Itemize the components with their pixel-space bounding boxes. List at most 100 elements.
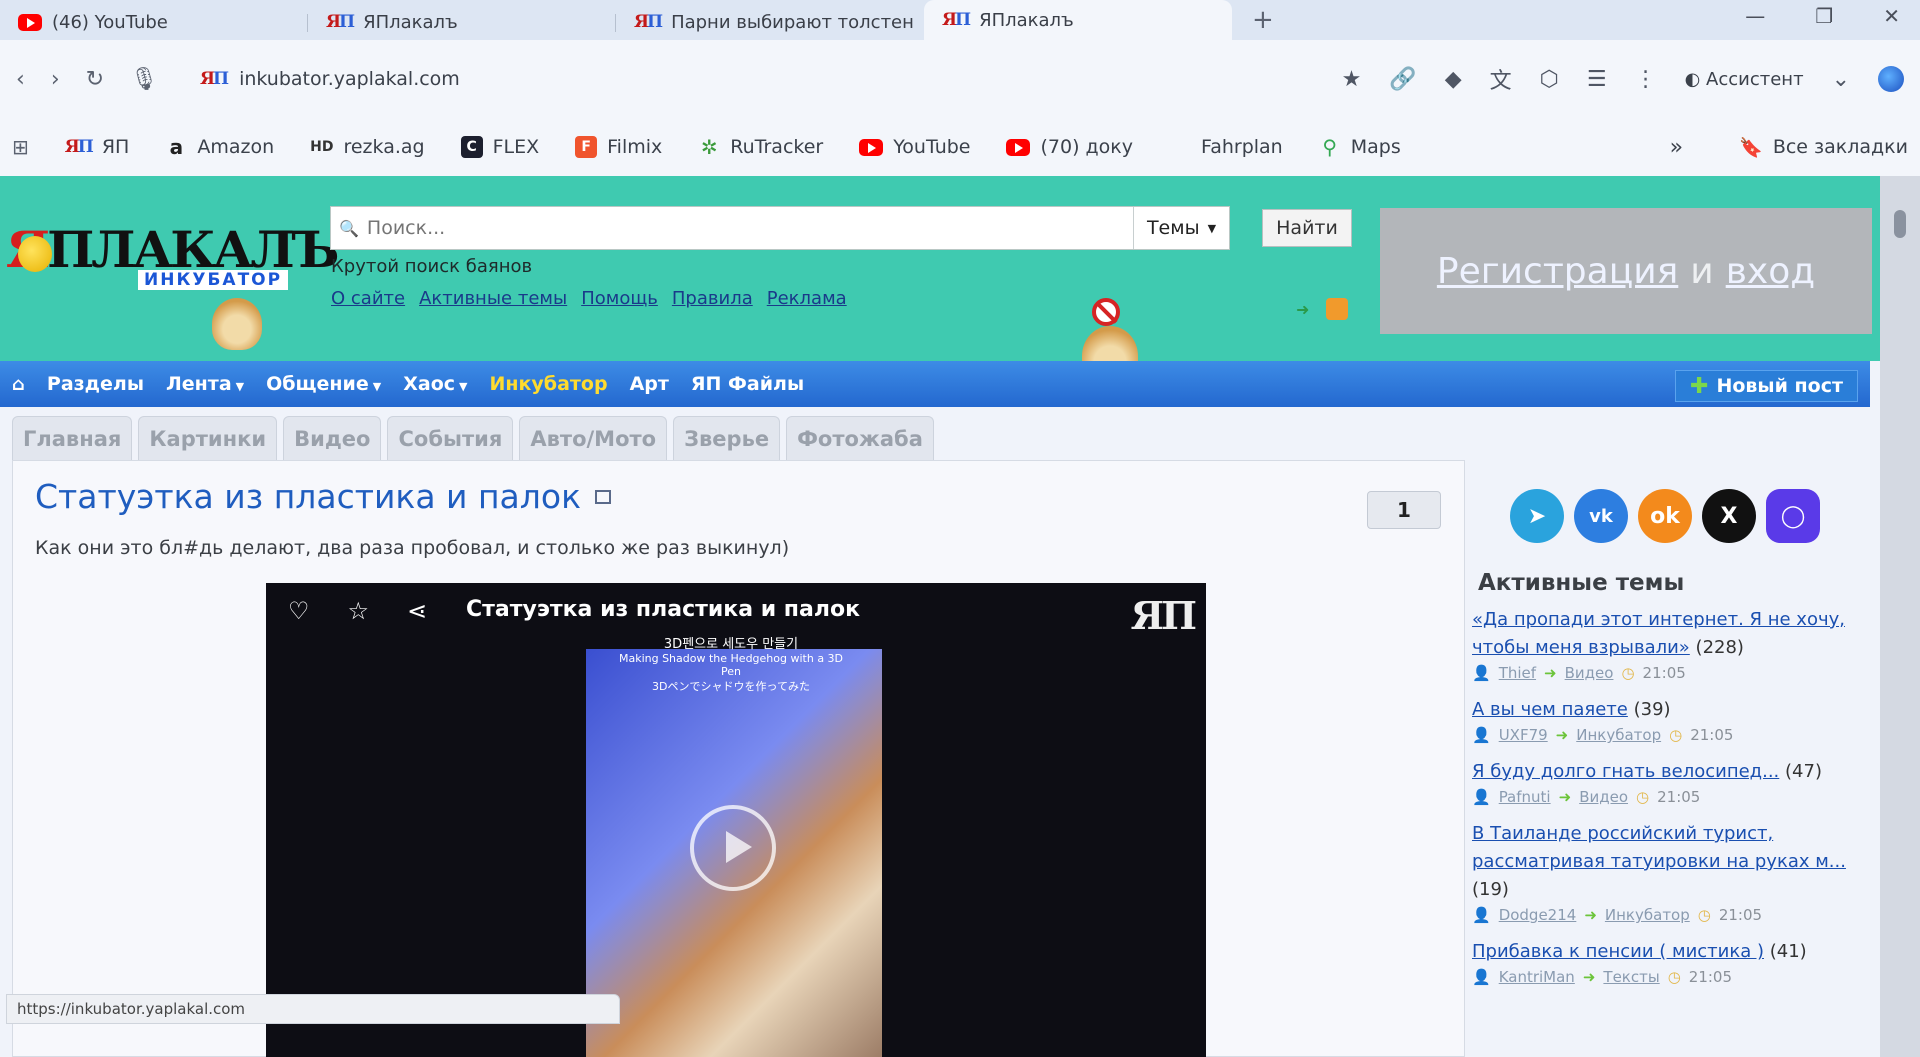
browser-tab-youtube[interactable]: (46) YouTube [0, 4, 308, 40]
link-active-topics[interactable]: Активные темы [419, 288, 567, 309]
new-tab-button[interactable]: + [1232, 0, 1294, 40]
chevron-down-icon[interactable]: ⌄ [1832, 67, 1850, 92]
tab-video[interactable]: Видео [283, 416, 382, 460]
extension-shield-icon[interactable]: ◆ [1445, 67, 1462, 92]
tab-pictures[interactable]: Картинки [138, 416, 278, 460]
bookmark-filmix[interactable]: F Filmix [575, 136, 662, 158]
bookmark-maps[interactable]: ⚲ Maps [1319, 135, 1400, 159]
restore-icon[interactable]: ❐ [1815, 4, 1833, 28]
tab-main[interactable]: Главная [12, 416, 133, 460]
microphone-icon[interactable]: 🎙 [130, 67, 158, 92]
nav-art[interactable]: Арт [630, 373, 669, 395]
login-arrow-icon[interactable]: ➜ [1296, 300, 1309, 319]
video-player[interactable]: ♡ ☆ ⋖ Статуэтка из пластика и палок ЯП 3… [266, 583, 1206, 1057]
reload-icon[interactable]: ↻ [86, 67, 104, 92]
nav-label: ЯП Файлы [690, 373, 805, 395]
more-bookmarks-icon[interactable]: » [1670, 135, 1683, 160]
tab-auto[interactable]: Авто/Мото [519, 416, 668, 460]
topic-section[interactable]: Инкубатор [1605, 906, 1690, 924]
rss-icon[interactable] [1326, 298, 1348, 320]
browser-tab-parni[interactable]: ЯП Парни выбирают толстен [616, 4, 924, 40]
bookmark-yp[interactable]: ЯП ЯП [65, 136, 130, 158]
link-rules[interactable]: Правила [672, 288, 753, 309]
telegram-icon[interactable]: ➤ [1510, 489, 1564, 543]
heart-icon[interactable]: ♡ [288, 597, 310, 625]
topic-user[interactable]: Thief [1499, 664, 1536, 682]
bookmark-youtube[interactable]: YouTube [859, 136, 970, 158]
open-external-icon[interactable] [595, 489, 611, 504]
nav-talk[interactable]: Общение ▼ [266, 373, 381, 395]
forward-icon[interactable]: › [51, 67, 60, 92]
search-input[interactable] [358, 207, 1133, 249]
star-icon[interactable]: ☆ [348, 597, 370, 625]
browser-tab-yaplakal-active[interactable]: ЯП ЯПлакалъ [924, 0, 1232, 40]
assistant-label: Ассистент [1706, 68, 1804, 90]
nav-feed[interactable]: Лента ▼ [166, 373, 244, 395]
register-link[interactable]: Регистрация [1437, 251, 1678, 292]
play-icon[interactable] [690, 805, 776, 891]
new-post-button[interactable]: ✚ Новый пост [1675, 370, 1858, 402]
all-bookmarks-button[interactable]: 🔖 Все закладки [1739, 136, 1908, 159]
login-link[interactable]: вход [1726, 251, 1815, 292]
topic-user[interactable]: Dodge214 [1499, 906, 1577, 924]
apps-grid-icon[interactable]: ⊞ [12, 135, 29, 159]
link-icon[interactable]: 🔗 [1389, 67, 1416, 92]
topic-link[interactable]: В Таиланде российский турист, рассматрив… [1472, 823, 1846, 872]
odnoklassniki-icon[interactable]: ok [1638, 489, 1692, 543]
menu-lines-icon[interactable]: ☰ [1587, 67, 1607, 92]
page-scrollbar[interactable] [1880, 176, 1920, 1057]
clock-icon: ◷ [1697, 906, 1711, 924]
themes-select[interactable]: Темы ▼ [1133, 207, 1229, 249]
link-help[interactable]: Помощь [581, 288, 658, 309]
x-twitter-icon[interactable]: X [1702, 489, 1756, 543]
tab-events[interactable]: События [387, 416, 514, 460]
extensions-icon[interactable]: ⬡ [1540, 67, 1559, 92]
nav-sections[interactable]: Разделы [47, 373, 144, 395]
max-messenger-icon[interactable]: ◯ [1766, 489, 1820, 543]
post-counter[interactable]: 1 [1367, 491, 1441, 529]
link-about[interactable]: О сайте [331, 288, 405, 309]
topic-user[interactable]: UXF79 [1499, 726, 1548, 744]
bookmark-amazon[interactable]: a Amazon [165, 135, 275, 159]
bookmark-star-icon[interactable]: ★ [1342, 67, 1362, 92]
close-icon[interactable]: ✕ [1883, 4, 1900, 28]
link-ads[interactable]: Реклама [767, 288, 847, 309]
topic-section[interactable]: Инкубатор [1576, 726, 1661, 744]
url-field[interactable]: ЯП inkubator.yaplakal.com [200, 68, 460, 90]
audio-icon[interactable]: ⋮ [1635, 67, 1657, 92]
nav-chaos[interactable]: Хаос ▼ [403, 373, 467, 395]
topic-title: В Таиланде российский турист, рассматрив… [1472, 820, 1852, 904]
browser-tab-yaplakal[interactable]: ЯП ЯПлакалъ [308, 4, 616, 40]
back-icon[interactable]: ‹ [16, 67, 25, 92]
tab-animals[interactable]: Зверье [673, 416, 781, 460]
post-title[interactable]: Статуэтка из пластика и палок [35, 477, 611, 516]
topic-link[interactable]: А вы чем паяете [1472, 699, 1628, 720]
home-icon[interactable]: ⌂ [12, 374, 25, 395]
assistant-button[interactable]: ◐ Ассистент [1685, 69, 1804, 90]
bookmark-rutracker[interactable]: ✲ RuTracker [698, 135, 823, 159]
topic-section[interactable]: Тексты [1603, 968, 1659, 986]
tab-label: (46) YouTube [52, 11, 168, 33]
search-hint[interactable]: Крутой поиск баянов [331, 256, 532, 277]
translate-icon[interactable]: 文 [1490, 63, 1512, 95]
topic-link[interactable]: «Да пропади этот интернет. Я не хочу, чт… [1472, 609, 1845, 658]
topic-user[interactable]: Pafnuti [1499, 788, 1551, 806]
bookmark-doku[interactable]: (70) доку [1006, 136, 1133, 158]
topic-link[interactable]: Я буду долго гнать велосипед... [1472, 761, 1779, 782]
nav-files[interactable]: ЯП Файлы [691, 373, 804, 395]
share-icon[interactable]: ⋖ [407, 597, 427, 625]
scrollbar-thumb[interactable] [1894, 210, 1906, 238]
minimize-icon[interactable]: — [1745, 4, 1765, 28]
find-button[interactable]: Найти [1262, 209, 1352, 247]
bookmark-rezka[interactable]: HD rezka.ag [310, 136, 424, 158]
tab-photoshop[interactable]: Фотожаба [786, 416, 934, 460]
topic-section[interactable]: Видео [1579, 788, 1628, 806]
vk-icon[interactable]: vk [1574, 489, 1628, 543]
bookmark-fahrplan[interactable]: Fahrplan [1169, 136, 1283, 158]
nav-incubator[interactable]: Инкубатор [490, 373, 608, 395]
bookmark-flex[interactable]: C FLEX [460, 136, 539, 158]
profile-globe-icon[interactable] [1878, 66, 1904, 92]
topic-section[interactable]: Видео [1565, 664, 1614, 682]
topic-user[interactable]: KantriMan [1499, 968, 1575, 986]
topic-link[interactable]: Прибавка к пенсии ( мистика ) [1472, 941, 1764, 962]
